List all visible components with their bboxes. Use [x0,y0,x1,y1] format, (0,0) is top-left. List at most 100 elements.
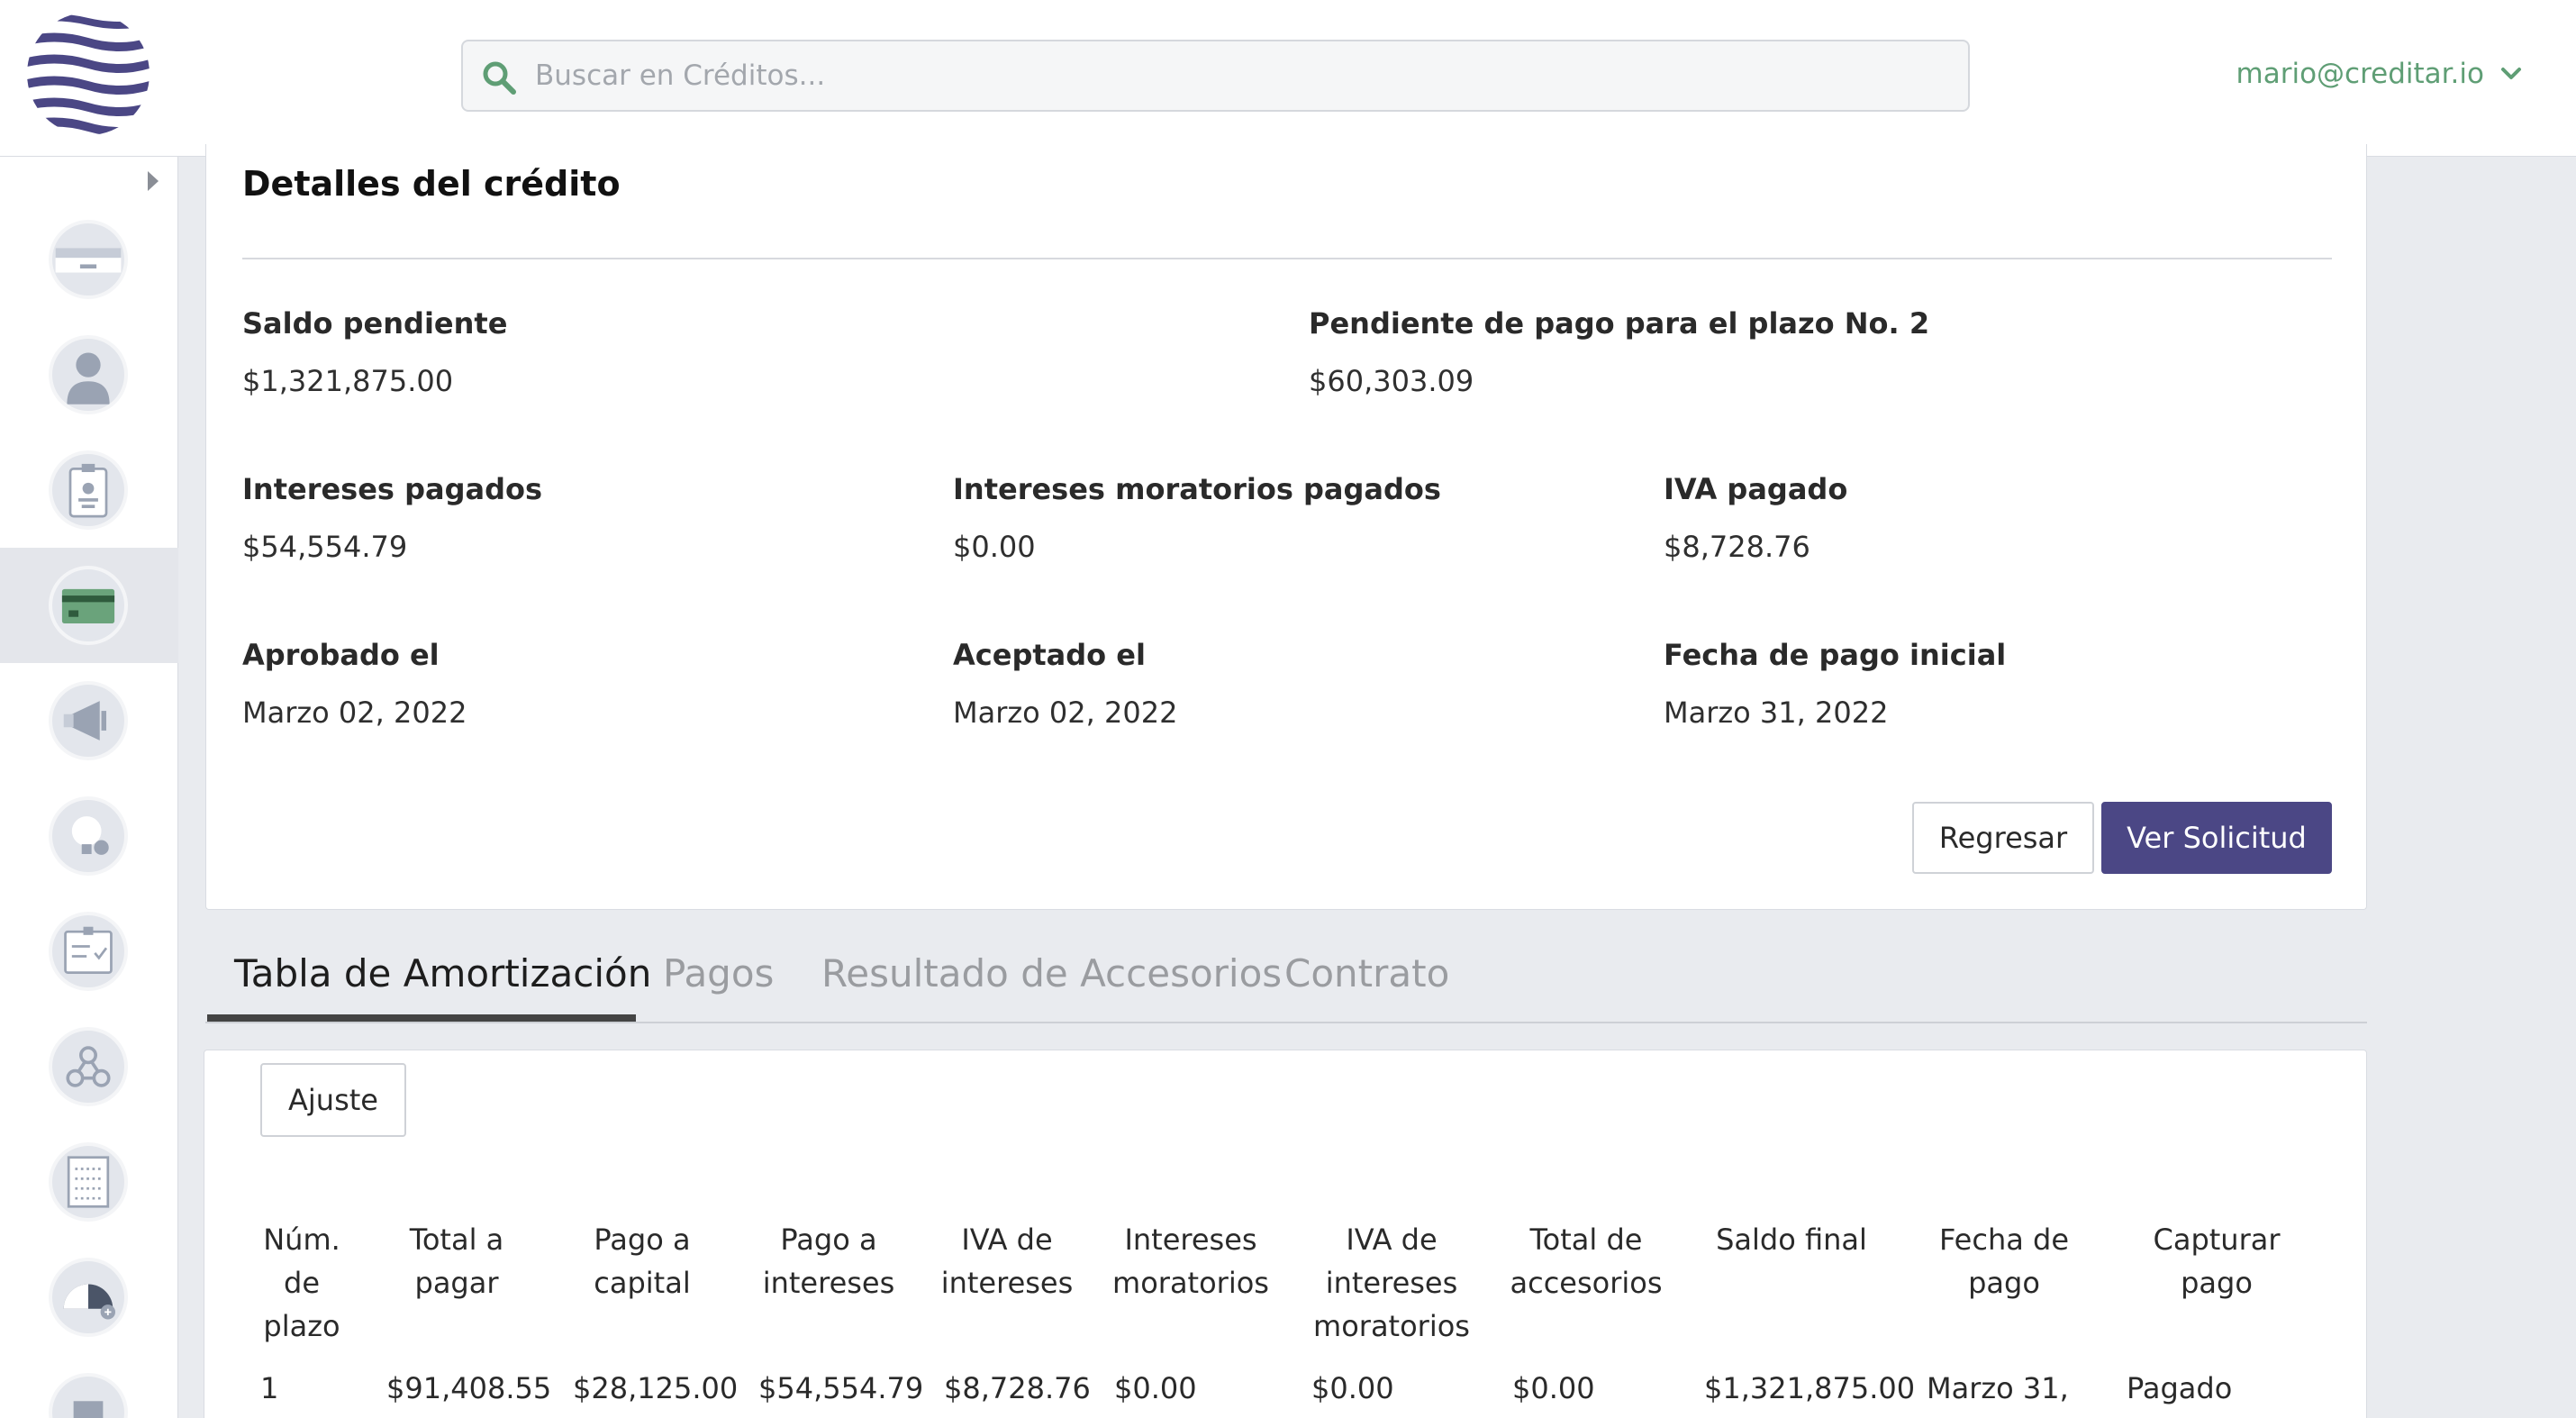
sidebar-item-reports[interactable] [0,1124,178,1240]
sidebar-item-badges[interactable] [0,432,178,548]
column-header: Total a pagar [376,1218,538,1304]
pendiente-pago-label: Pendiente de pago para el plazo No. 2 [1309,306,1930,341]
column-header-line: intereses [940,1266,1074,1300]
table-cell: Marzo 31, [1927,1371,2069,1405]
table-cell: $0.00 [1311,1371,1394,1405]
intereses-pagados-value: $54,554.79 [242,530,408,564]
search-icon [483,61,516,95]
sidebar-item-storage[interactable] [0,1355,178,1418]
column-header-line: Fecha de [1939,1223,2069,1257]
table-cell: $0.00 [1114,1371,1197,1405]
saldo-pendiente-value: $1,321,875.00 [242,364,454,398]
search-input[interactable] [535,41,1940,110]
amortization-table-card: Ajuste Núm. de plazo Total a pagar Pago a capi… [204,1050,2367,1418]
gauge-add-icon [49,1258,128,1337]
tab-pagos[interactable]: Pagos [663,946,774,1023]
column-header-line: IVA de [961,1223,1053,1257]
sidebar-item-users[interactable] [0,317,178,432]
column-header-line: Pago a [594,1223,691,1257]
column-header-line: plazo [263,1309,340,1343]
table-cell[interactable]: Pagado [2127,1371,2232,1405]
column-header-line: Total de [1529,1223,1643,1257]
column-header-line: Intereses [1124,1223,1257,1257]
table-cell: $0.00 [1512,1371,1595,1405]
column-header-line: intereses [1325,1266,1458,1300]
id-badge-icon [49,450,128,530]
column-header-line: IVA de [1346,1223,1438,1257]
column-header-line: moratorios [1112,1266,1269,1300]
checklist-clipboard-icon [49,912,128,991]
column-header: Saldo final [1688,1218,1895,1261]
column-header-line: Capturar [2153,1223,2281,1257]
table-cell: $28,125.00 [573,1371,739,1405]
tabs-bar: Tabla de Amortización Pagos Resultado de… [205,946,2367,1023]
aprobado-label: Aprobado el [242,638,440,672]
intereses-moratorios-value: $0.00 [953,530,1036,564]
list-document-icon [49,1142,128,1222]
tab-tabla-amortizacion[interactable]: Tabla de Amortización [234,946,651,1023]
tab-contrato[interactable]: Contrato [1284,946,1449,1023]
card-reader-icon [49,220,128,299]
sidebar-item-ideas[interactable] [0,778,178,894]
column-header: Capturar pago [2136,1218,2298,1304]
column-header-line: moratorios [1313,1309,1470,1343]
table-cell: $8,728.76 [944,1371,1091,1405]
sidebar-item-webhooks[interactable] [0,1009,178,1124]
table-cell: 1 [260,1371,279,1405]
active-tab-indicator [207,1014,636,1022]
regresar-button[interactable]: Regresar [1912,802,2094,874]
aceptado-value: Marzo 02, 2022 [953,695,1178,730]
column-header-line: pagar [414,1266,499,1300]
webhook-icon [49,1027,128,1106]
table-cell: $54,554.79 [758,1371,924,1405]
table-cell: $91,408.55 [386,1371,552,1405]
column-header: Pago a intereses [748,1218,910,1304]
sidebar-item-scoring[interactable] [0,1240,178,1355]
credit-card-icon [49,566,128,645]
column-header: Núm. de plazo [252,1218,351,1348]
column-header-line: de [284,1266,320,1300]
iva-pagado-value: $8,728.76 [1664,530,1810,564]
user-icon [49,335,128,414]
iva-pagado-label: IVA pagado [1664,472,1848,506]
column-header-line: Total a [409,1223,504,1257]
column-header: IVA de intereses moratorios [1306,1218,1477,1348]
creditar-logo[interactable] [27,13,150,135]
saldo-pendiente-label: Saldo pendiente [242,306,508,341]
column-header-line: capital [594,1266,691,1300]
column-header-line: Saldo final [1716,1223,1867,1257]
column-header: Total de accesorios [1501,1218,1672,1304]
sidebar-item-tasks[interactable] [0,894,178,1009]
column-header: Fecha de pago [1923,1218,2085,1304]
ver-solicitud-button[interactable]: Ver Solicitud [2101,802,2332,874]
box-icon [49,1373,128,1418]
column-header-line: Pago a [780,1223,877,1257]
sidebar-item-card-reader[interactable] [0,202,178,317]
expand-sidebar-icon[interactable] [144,169,160,193]
card-title: Detalles del crédito [242,164,621,204]
fecha-pago-inicial-value: Marzo 31, 2022 [1664,695,1889,730]
search-bar[interactable] [461,40,1970,112]
column-header-line: accesorios [1510,1266,1663,1300]
tab-resultado-accesorios[interactable]: Resultado de Accesorios [821,946,1282,1023]
user-menu[interactable]: mario@creditar.io [2236,58,2522,90]
card-divider [242,258,2332,259]
chevron-down-icon[interactable] [2500,67,2522,81]
sidebar-item-campaigns[interactable] [0,663,178,778]
ajuste-button[interactable]: Ajuste [260,1063,406,1137]
column-header-line: pago [2181,1266,2253,1300]
column-header-line: pago [1968,1266,2040,1300]
credit-details-card: Detalles del crédito Saldo pendiente $1,… [205,144,2367,910]
pendiente-pago-value: $60,303.09 [1309,364,1474,398]
table-cell: $1,321,875.00 [1704,1371,1916,1405]
intereses-moratorios-label: Intereses moratorios pagados [953,472,1441,506]
column-header: IVA de intereses [926,1218,1088,1304]
column-header: Pago a capital [561,1218,723,1304]
fecha-pago-inicial-label: Fecha de pago inicial [1664,638,2007,672]
column-header: Intereses moratorios [1105,1218,1276,1304]
sidebar-item-credits[interactable] [0,548,178,663]
intereses-pagados-label: Intereses pagados [242,472,543,506]
user-email[interactable]: mario@creditar.io [2236,58,2484,90]
megaphone-icon [49,681,128,760]
lightbulb-money-icon [49,796,128,876]
